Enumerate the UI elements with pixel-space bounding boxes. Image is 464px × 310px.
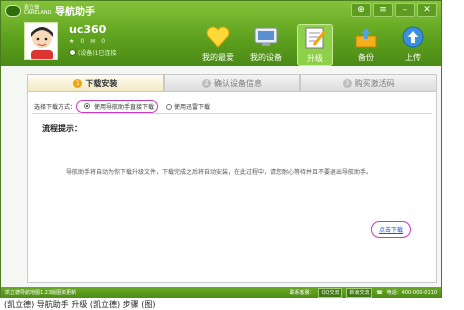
device-icon xyxy=(254,27,278,46)
step-buy-activation[interactable]: 3 购买激活码 xyxy=(300,74,438,92)
app-window: 嘉立博 CARELAND 导航助手 ⊕ ≡ – ✕ uc360 ★ 0 ✉ 0 … xyxy=(0,0,442,298)
mail-icon: ✉ xyxy=(90,38,96,45)
direct-download-radio[interactable] xyxy=(84,103,91,109)
message-counts: ★ 0 ✉ 0 xyxy=(69,38,105,45)
minimize-button[interactable]: – xyxy=(395,3,415,17)
nav-backup[interactable]: 备份 xyxy=(348,24,384,66)
nav-upgrade-label: 升级 xyxy=(307,54,323,63)
nav-my-device-label: 我的设备 xyxy=(250,53,282,62)
menu-button[interactable]: ≡ xyxy=(373,3,393,17)
weibo-chat-button[interactable]: 新浪交流 xyxy=(346,287,373,298)
xunlei-download-radio[interactable] xyxy=(165,103,172,110)
step-number: 3 xyxy=(342,78,352,88)
download-method-row: 选择下载方式： 使用导航助手直接下载 使用迅雷下载 xyxy=(34,100,210,113)
heart-icon xyxy=(206,26,230,48)
brand: 嘉立博 CARELAND 导航助手 xyxy=(5,3,95,18)
backup-icon xyxy=(355,28,377,48)
step-label: 确认设备信息 xyxy=(214,78,262,88)
message-count: 0 xyxy=(80,38,85,45)
step-confirm-device[interactable]: 2 确认设备信息 xyxy=(163,74,301,92)
close-button[interactable]: ✕ xyxy=(417,3,437,17)
nav-upload[interactable]: 上传 xyxy=(395,24,431,66)
footer-contact: 联系客服： QQ交流 新浪交流 ☎ 电话：400-000-0110 xyxy=(289,287,441,298)
step-number: 2 xyxy=(202,78,211,88)
step-tabs: 1 下载安装 2 确认设备信息 3 购买激活码 xyxy=(27,74,438,92)
device-status-icon xyxy=(69,49,76,56)
process-description: 导航助手将自动为你下载升级文件，下载完成之后将自动安装，在此过程中，请您耐心等待… xyxy=(66,169,373,176)
direct-download-option[interactable]: 使用导航助手直接下载 xyxy=(76,100,158,113)
qq-chat-button[interactable]: QQ交流 xyxy=(318,287,343,298)
header-bar: 嘉立博 CARELAND 导航助手 ⊕ ≡ – ✕ uc360 ★ 0 ✉ 0 … xyxy=(1,1,441,66)
nav-upload-label: 上传 xyxy=(405,53,421,62)
download-method-label: 选择下载方式： xyxy=(34,104,77,111)
step-number: 1 xyxy=(73,78,83,88)
step-label: 购买激活码 xyxy=(354,78,395,88)
step-download-install[interactable]: 1 下载安装 xyxy=(27,74,164,92)
image-caption: (凯立德) 导航助手 升级 (凯立德) 步骤 (图) xyxy=(4,300,156,309)
upgrade-icon xyxy=(305,27,327,49)
nav-favorites-label: 我的最爱 xyxy=(202,53,234,62)
user-avatar-icon xyxy=(25,23,57,59)
nav-favorites[interactable]: 我的最爱 xyxy=(200,24,236,66)
content-panel: 选择下载方式： 使用导航助手直接下载 使用迅雷下载 流程提示： 导航助手将自动为… xyxy=(27,92,437,283)
contact-service-label: 联系客服： xyxy=(289,290,315,296)
nav-upgrade[interactable]: 升级 xyxy=(297,24,333,66)
settings-button[interactable]: ⊕ xyxy=(351,3,371,17)
username: uc360 xyxy=(69,23,107,36)
message-icon: ★ xyxy=(69,38,75,45)
device-status: (设备)1已连接 xyxy=(69,48,117,57)
mail-count: 0 xyxy=(101,38,106,45)
footer-news-link[interactable]: 凯立德导航地图1.23版图资更新 xyxy=(5,289,145,296)
click-download-link[interactable]: 点击下载 xyxy=(371,221,412,238)
step-label: 下载安装 xyxy=(85,78,118,88)
footer-bar: 凯立德导航地图1.23版图资更新 联系客服： QQ交流 新浪交流 ☎ 电话：40… xyxy=(1,287,441,298)
nav-backup-label: 备份 xyxy=(358,53,374,62)
upload-icon xyxy=(402,26,424,48)
divider xyxy=(32,113,432,114)
xunlei-download-label[interactable]: 使用迅雷下载 xyxy=(174,102,210,111)
direct-download-label: 使用导航助手直接下载 xyxy=(93,104,154,111)
app-title: 导航助手 xyxy=(55,7,95,18)
brand-logo-text: 嘉立博 CARELAND xyxy=(24,4,52,16)
device-status-text: (设备)1已连接 xyxy=(78,50,117,57)
window-controls: ⊕ ≡ – ✕ xyxy=(349,3,437,17)
nav-my-device[interactable]: 我的设备 xyxy=(248,24,284,66)
avatar[interactable] xyxy=(24,22,58,60)
careland-logo xyxy=(5,4,21,17)
phone-number: 电话：400-000-0110 xyxy=(386,290,437,296)
phone-icon: ☎ xyxy=(376,289,383,296)
process-tips-title: 流程提示： xyxy=(42,124,82,133)
